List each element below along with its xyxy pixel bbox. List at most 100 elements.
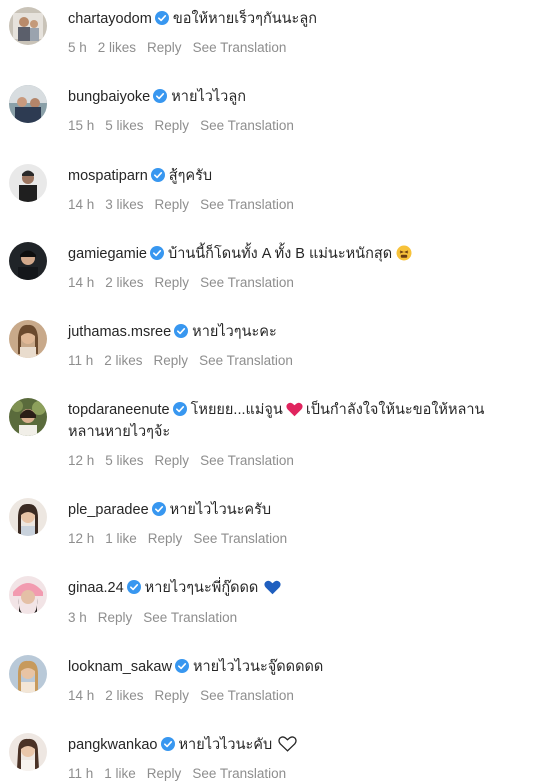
verified-badge-icon bbox=[150, 246, 164, 260]
avatar[interactable] bbox=[9, 85, 47, 123]
username[interactable]: pangkwankao bbox=[68, 737, 158, 753]
reply-button[interactable]: Reply bbox=[155, 453, 190, 468]
comment-text: หายไวๆนะพี่กู๊ดดด bbox=[144, 580, 259, 596]
see-translation-button[interactable]: See Translation bbox=[200, 118, 294, 133]
username[interactable]: chartayodom bbox=[68, 11, 152, 27]
comment-text: หายไวไวลูก bbox=[171, 89, 246, 105]
avatar[interactable] bbox=[9, 7, 47, 45]
comment-line: pangkwankao หายไวไวนะคับ bbox=[68, 734, 526, 756]
username[interactable]: ple_paradee bbox=[68, 502, 149, 518]
timestamp: 3 h bbox=[68, 610, 87, 625]
white-heart-emoji bbox=[278, 736, 297, 752]
see-translation-button[interactable]: See Translation bbox=[200, 688, 294, 703]
comment-text: สู้ๆครับ bbox=[168, 168, 213, 184]
timestamp: 12 h bbox=[68, 531, 95, 546]
verified-badge-icon bbox=[126, 580, 141, 594]
comment-line: gamiegamie บ้านนี้ก็โดนทั้ง A ทั้ง B แม่น… bbox=[68, 243, 526, 265]
comment-meta: 15 h 5 likes Reply See Translation bbox=[68, 118, 305, 133]
timestamp: 5 h bbox=[68, 40, 87, 55]
likes-count[interactable]: 1 like bbox=[104, 766, 136, 781]
comment-line: topdaraneenute โหยยย...แม่จูน เป็นกำลังใจใ… bbox=[68, 399, 508, 443]
likes-count[interactable]: 5 likes bbox=[105, 118, 143, 133]
comment-text: บ้านนี้ก็โดนทั้ง A ทั้ง B แม่นะหนักสุด bbox=[168, 246, 393, 262]
comment-meta: 14 h 3 likes Reply See Translation bbox=[68, 197, 305, 212]
red-heart-emoji bbox=[286, 402, 303, 417]
avatar[interactable] bbox=[9, 733, 47, 771]
timestamp: 14 h bbox=[68, 275, 95, 290]
avatar[interactable] bbox=[9, 320, 47, 358]
reply-button[interactable]: Reply bbox=[98, 610, 133, 625]
reply-button[interactable]: Reply bbox=[148, 531, 183, 546]
avatar[interactable] bbox=[9, 576, 47, 614]
timestamp: 14 h bbox=[68, 688, 95, 703]
see-translation-button[interactable]: See Translation bbox=[200, 197, 294, 212]
comment-meta: 14 h 2 likes Reply See Translation bbox=[68, 275, 305, 290]
see-translation-button[interactable]: See Translation bbox=[143, 610, 237, 625]
likes-count[interactable]: 2 likes bbox=[104, 353, 142, 368]
likes-count[interactable]: 2 likes bbox=[98, 40, 136, 55]
comment-text: หายไวไวนะคับ bbox=[178, 737, 273, 753]
comment-meta: 5 h 2 likes Reply See Translation bbox=[68, 40, 297, 55]
avatar[interactable] bbox=[9, 498, 47, 536]
username[interactable]: bungbaiyoke bbox=[68, 89, 150, 105]
comment-text: ขอให้หายเร็วๆกันนะลูก bbox=[172, 11, 318, 27]
username[interactable]: ginaa.24 bbox=[68, 580, 124, 596]
timestamp: 11 h bbox=[68, 766, 94, 781]
comment-meta: 12 h 5 likes Reply See Translation bbox=[68, 453, 305, 468]
comment-line: juthamas.msree หายไวๆนะคะ bbox=[68, 321, 526, 343]
likes-count[interactable]: 1 like bbox=[105, 531, 137, 546]
reply-button[interactable]: Reply bbox=[154, 353, 189, 368]
username[interactable]: mospatiparn bbox=[68, 168, 148, 184]
reply-button[interactable]: Reply bbox=[155, 275, 190, 290]
avatar[interactable] bbox=[9, 655, 47, 693]
username[interactable]: gamiegamie bbox=[68, 246, 147, 262]
avatar[interactable] bbox=[9, 398, 47, 436]
timestamp: 12 h bbox=[68, 453, 95, 468]
see-translation-button[interactable]: See Translation bbox=[200, 275, 294, 290]
comment-text: หายไวไวนะจู๊ดดดดด bbox=[192, 659, 324, 675]
timestamp: 15 h bbox=[68, 118, 95, 133]
timestamp: 11 h bbox=[68, 353, 94, 368]
see-translation-button[interactable]: See Translation bbox=[200, 453, 294, 468]
see-translation-button[interactable]: See Translation bbox=[193, 531, 287, 546]
comment-meta: 11 h 2 likes Reply See Translation bbox=[68, 353, 304, 368]
reply-button[interactable]: Reply bbox=[147, 40, 182, 55]
comment-meta: 14 h 2 likes Reply See Translation bbox=[68, 688, 305, 703]
reply-button[interactable]: Reply bbox=[155, 688, 190, 703]
reply-button[interactable]: Reply bbox=[155, 118, 190, 133]
see-translation-button[interactable]: See Translation bbox=[192, 766, 286, 781]
avatar[interactable] bbox=[9, 164, 47, 202]
username[interactable]: juthamas.msree bbox=[68, 324, 171, 340]
comment-meta: 12 h 1 like Reply See Translation bbox=[68, 531, 298, 546]
see-translation-button[interactable]: See Translation bbox=[199, 353, 293, 368]
comment-text: โหยยย...แม่จูน bbox=[190, 402, 283, 418]
verified-badge-icon bbox=[172, 402, 187, 416]
see-translation-button[interactable]: See Translation bbox=[193, 40, 287, 55]
username[interactable]: topdaraneenute bbox=[68, 402, 170, 418]
comment-meta: 11 h 1 like Reply See Translation bbox=[68, 766, 297, 781]
timestamp: 14 h bbox=[68, 197, 95, 212]
likes-count[interactable]: 2 likes bbox=[105, 688, 143, 703]
verified-badge-icon bbox=[174, 659, 189, 673]
verified-badge-icon bbox=[151, 502, 166, 516]
username[interactable]: looknam_sakaw bbox=[68, 659, 172, 675]
tired-face-emoji bbox=[396, 245, 412, 261]
likes-count[interactable]: 5 likes bbox=[105, 453, 143, 468]
comment-line: chartayodom ขอให้หายเร็วๆกันนะลูก bbox=[68, 8, 526, 30]
likes-count[interactable]: 2 likes bbox=[105, 275, 143, 290]
comment-meta: 3 h Reply See Translation bbox=[68, 610, 248, 625]
reply-button[interactable]: Reply bbox=[147, 766, 182, 781]
blue-heart-emoji bbox=[264, 580, 281, 595]
comment-line: ginaa.24 หายไวๆนะพี่กู๊ดดด bbox=[68, 577, 526, 599]
verified-badge-icon bbox=[154, 11, 169, 25]
verified-badge-icon bbox=[174, 324, 189, 338]
comment-text: หายไวไวนะครับ bbox=[169, 502, 272, 518]
avatar[interactable] bbox=[9, 242, 47, 280]
verified-badge-icon bbox=[150, 168, 165, 182]
comment-line: bungbaiyoke หายไวไวลูก bbox=[68, 86, 526, 108]
comment-line: mospatiparn สู้ๆครับ bbox=[68, 165, 526, 187]
likes-count[interactable]: 3 likes bbox=[105, 197, 143, 212]
reply-button[interactable]: Reply bbox=[155, 197, 190, 212]
verified-badge-icon bbox=[160, 737, 175, 751]
comment-text: หายไวๆนะคะ bbox=[192, 324, 277, 340]
